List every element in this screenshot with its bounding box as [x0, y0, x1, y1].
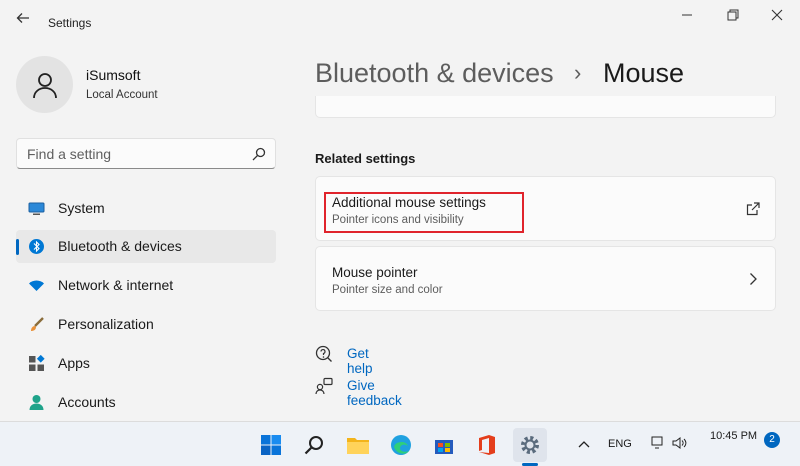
office-icon[interactable]	[470, 428, 504, 462]
wifi-icon	[29, 280, 44, 291]
person-icon	[29, 395, 44, 410]
notification-badge[interactable]: 2	[764, 432, 780, 448]
chevron-right-icon	[750, 273, 757, 285]
avatar[interactable]	[16, 56, 73, 113]
sidebar-item-system[interactable]: System	[16, 192, 276, 225]
back-arrow-icon[interactable]	[12, 10, 34, 32]
help-chat-icon	[315, 345, 332, 362]
sidebar-item-bluetooth[interactable]: Bluetooth & devices	[16, 230, 276, 263]
page-title: Mouse	[603, 58, 685, 88]
sidebar-item-apps[interactable]: Apps	[16, 347, 276, 380]
bluetooth-icon	[29, 239, 44, 254]
app-title: Settings	[48, 16, 92, 30]
apps-grid-icon	[29, 355, 45, 371]
volume-icon[interactable]	[672, 436, 688, 450]
restore-button[interactable]	[718, 6, 748, 28]
settings-icon[interactable]	[513, 428, 547, 462]
store-icon[interactable]	[427, 428, 461, 462]
card-title: Mouse pointer	[332, 265, 418, 280]
search-input[interactable]: Find a setting	[16, 138, 276, 169]
search-icon[interactable]	[297, 428, 331, 462]
taskbar: ENG 10:45 PM	[0, 421, 800, 466]
external-link-icon	[746, 202, 760, 216]
sidebar-item-personalization[interactable]: Personalization	[16, 308, 276, 341]
search-icon	[252, 147, 266, 161]
card-subtitle: Pointer size and color	[332, 284, 443, 296]
minimize-button[interactable]	[672, 6, 702, 28]
sidebar-item-label: System	[58, 200, 105, 216]
breadcrumb-separator: ›	[574, 60, 582, 85]
chevron-up-icon[interactable]	[578, 439, 590, 449]
title-bar: Settings	[0, 0, 800, 40]
sidebar-item-label: Accounts	[58, 394, 116, 410]
get-help-label: Get help	[347, 346, 373, 376]
language-indicator[interactable]: ENG	[608, 438, 632, 450]
sidebar-item-network[interactable]: Network & internet	[16, 269, 276, 302]
active-indicator	[16, 239, 19, 255]
sidebar-item-label: Bluetooth & devices	[58, 238, 182, 254]
close-button[interactable]	[762, 6, 792, 28]
mouse-pointer-card[interactable]: Mouse pointer Pointer size and color	[315, 246, 776, 311]
edge-icon[interactable]	[384, 428, 418, 462]
sidebar-item-label: Network & internet	[58, 277, 174, 293]
file-explorer-icon[interactable]	[341, 428, 375, 462]
related-settings-heading: Related settings	[315, 151, 416, 166]
account-type: Local Account	[86, 89, 158, 101]
sidebar-item-label: Apps	[58, 355, 90, 371]
monitor-icon	[28, 202, 45, 215]
sidebar-item-accounts[interactable]: Accounts	[16, 386, 276, 419]
previous-settings-card	[315, 96, 776, 118]
give-feedback-label: Give feedback	[347, 378, 402, 408]
network-icon[interactable]	[650, 435, 666, 451]
sidebar-item-label: Personalization	[58, 316, 154, 332]
paintbrush-icon	[31, 317, 44, 331]
feedback-icon	[315, 377, 333, 395]
highlight-box	[324, 192, 524, 233]
person-avatar-icon	[32, 72, 57, 98]
search-placeholder: Find a setting	[27, 146, 112, 162]
breadcrumb-parent[interactable]: Bluetooth & devices	[315, 58, 554, 89]
clock-time[interactable]: 10:45 PM	[710, 430, 757, 442]
user-name: iSumsoft	[86, 67, 141, 83]
start-icon[interactable]	[254, 428, 288, 462]
